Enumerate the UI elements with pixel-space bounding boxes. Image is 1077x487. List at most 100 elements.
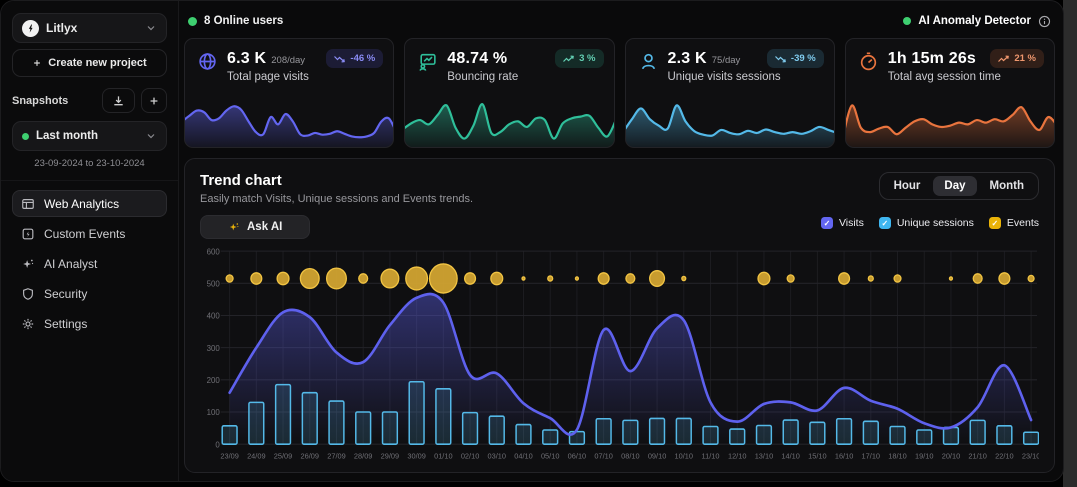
anomaly-label: AI Anomaly Detector [918,15,1031,27]
sidebar-item-security[interactable]: Security [12,280,167,307]
snapshot-status-dot [22,133,29,140]
svg-text:23/10: 23/10 [1022,452,1039,461]
trend-badge-value: 3 % [579,53,595,64]
stat-card-total-page-visits: 6.3 K 208/day Total page visits -46 % [184,38,394,148]
online-status-dot [188,17,197,26]
svg-text:20/10: 20/10 [942,452,960,461]
svg-text:18/10: 18/10 [888,452,906,461]
stat-label: Bouncing rate [447,71,518,83]
svg-text:06/10: 06/10 [568,452,586,461]
svg-text:28/09: 28/09 [354,452,372,461]
user-icon [638,51,659,72]
stat-cards-row: 6.3 K 208/day Total page visits -46 % [184,38,1055,148]
svg-text:07/10: 07/10 [594,452,612,461]
litlyx-logo-icon [22,20,39,37]
screen: Litlyx Create new project Snapshots [0,0,1077,487]
shield-icon [21,287,35,301]
trend-badge: 21 % [990,49,1044,68]
svg-text:14/10: 14/10 [781,452,799,461]
snapshot-range-select[interactable]: Last month [12,121,167,151]
stat-sparkline [626,97,834,147]
stat-value: 1h 15m 26s [888,50,976,68]
legend-events[interactable]: ✓ Events [989,217,1039,229]
snapshot-date-range: 23-09-2024 to 23-10-2024 [12,158,167,169]
info-icon[interactable] [1038,15,1051,28]
tab-month[interactable]: Month [979,176,1035,196]
sidebar-nav: Web Analytics Custom Events AI Analyst [12,190,167,337]
svg-text:0: 0 [215,440,220,449]
svg-text:02/10: 02/10 [461,452,479,461]
svg-text:03/10: 03/10 [488,452,506,461]
chevron-down-icon [145,22,157,34]
sidebar-item-custom-events[interactable]: Custom Events [12,220,167,247]
stat-value: 2.3 K [668,50,707,68]
trend-badge-value: 21 % [1014,53,1036,64]
svg-text:22/10: 22/10 [995,452,1013,461]
chevron-down-icon [145,130,157,142]
browser-window-icon [21,197,35,211]
svg-text:100: 100 [207,408,221,417]
stat-sparkline [405,97,613,147]
stat-label: Total avg session time [888,71,1001,83]
svg-text:23/09: 23/09 [220,452,238,461]
snapshots-label: Snapshots [12,95,102,107]
create-new-project-label: Create new project [48,57,146,69]
stat-value: 48.74 % [447,50,507,68]
trend-chart-panel: Trend chart Easily match Visits, Unique … [184,158,1055,473]
svg-text:11/10: 11/10 [702,452,720,461]
ask-ai-label: Ask AI [247,221,282,233]
stat-label: Unique visits sessions [668,71,781,83]
legend-unique-sessions[interactable]: ✓ Unique sessions [879,217,974,229]
checkbox-checked-icon[interactable]: ✓ [989,217,1001,229]
snapshots-header: Snapshots [12,88,167,113]
checkbox-checked-icon[interactable]: ✓ [821,217,833,229]
svg-text:19/10: 19/10 [915,452,933,461]
stat-sparkline [846,97,1054,147]
legend-visits[interactable]: ✓ Visits [821,217,864,229]
sidebar-item-label: Web Analytics [44,197,119,211]
project-selector[interactable]: Litlyx [12,13,167,43]
svg-text:13/10: 13/10 [755,452,773,461]
svg-text:26/09: 26/09 [301,452,319,461]
sidebar-item-web-analytics[interactable]: Web Analytics [12,190,167,217]
sidebar-item-label: Settings [44,317,87,331]
trend-chart-svg[interactable]: 010020030040050060023/0924/0925/0926/092… [200,247,1039,467]
trend-badge: 3 % [555,49,603,68]
globe-icon [197,51,218,72]
ai-anomaly-detector: AI Anomaly Detector [903,15,1051,28]
ask-ai-button[interactable]: Ask AI [200,215,310,239]
stat-card-bouncing-rate: 48.74 % Bouncing rate 3 % [404,38,614,148]
export-snapshot-button[interactable] [102,88,135,113]
sidebar: Litlyx Create new project Snapshots [1,1,179,481]
svg-text:12/10: 12/10 [728,452,746,461]
app-window: Litlyx Create new project Snapshots [0,0,1064,482]
trend-badge: -39 % [767,49,824,68]
sidebar-item-settings[interactable]: Settings [12,310,167,337]
trend-arrow-icon [563,55,574,63]
create-new-project-button[interactable]: Create new project [12,49,167,77]
main-content: 8 Online users AI Anomaly Detector [179,1,1063,481]
svg-text:16/10: 16/10 [835,452,853,461]
top-bar: 8 Online users AI Anomaly Detector [184,10,1055,32]
snapshot-range-value: Last month [36,130,138,142]
svg-text:24/09: 24/09 [247,452,265,461]
sidebar-item-label: AI Analyst [44,257,97,271]
checkbox-checked-icon[interactable]: ✓ [879,217,891,229]
add-snapshot-button[interactable] [141,88,167,113]
online-users-indicator: 8 Online users [188,15,283,27]
sidebar-item-ai-analyst[interactable]: AI Analyst [12,250,167,277]
stat-card-unique-visits: 2.3 K 75/day Unique visits sessions -39 … [625,38,835,148]
sparkles-icon [21,257,35,271]
tab-day[interactable]: Day [933,176,976,196]
sidebar-item-label: Custom Events [44,227,125,241]
svg-text:600: 600 [207,247,221,256]
tab-hour[interactable]: Hour [883,176,932,196]
download-icon [112,94,125,107]
stat-card-avg-session-time: 1h 15m 26s Total avg session time 21 % [845,38,1055,148]
plus-icon [148,95,160,107]
svg-text:01/10: 01/10 [434,452,452,461]
trend-arrow-icon [775,55,786,63]
sidebar-divider [1,180,178,181]
plus-icon [32,58,42,68]
timer-icon [858,51,879,72]
